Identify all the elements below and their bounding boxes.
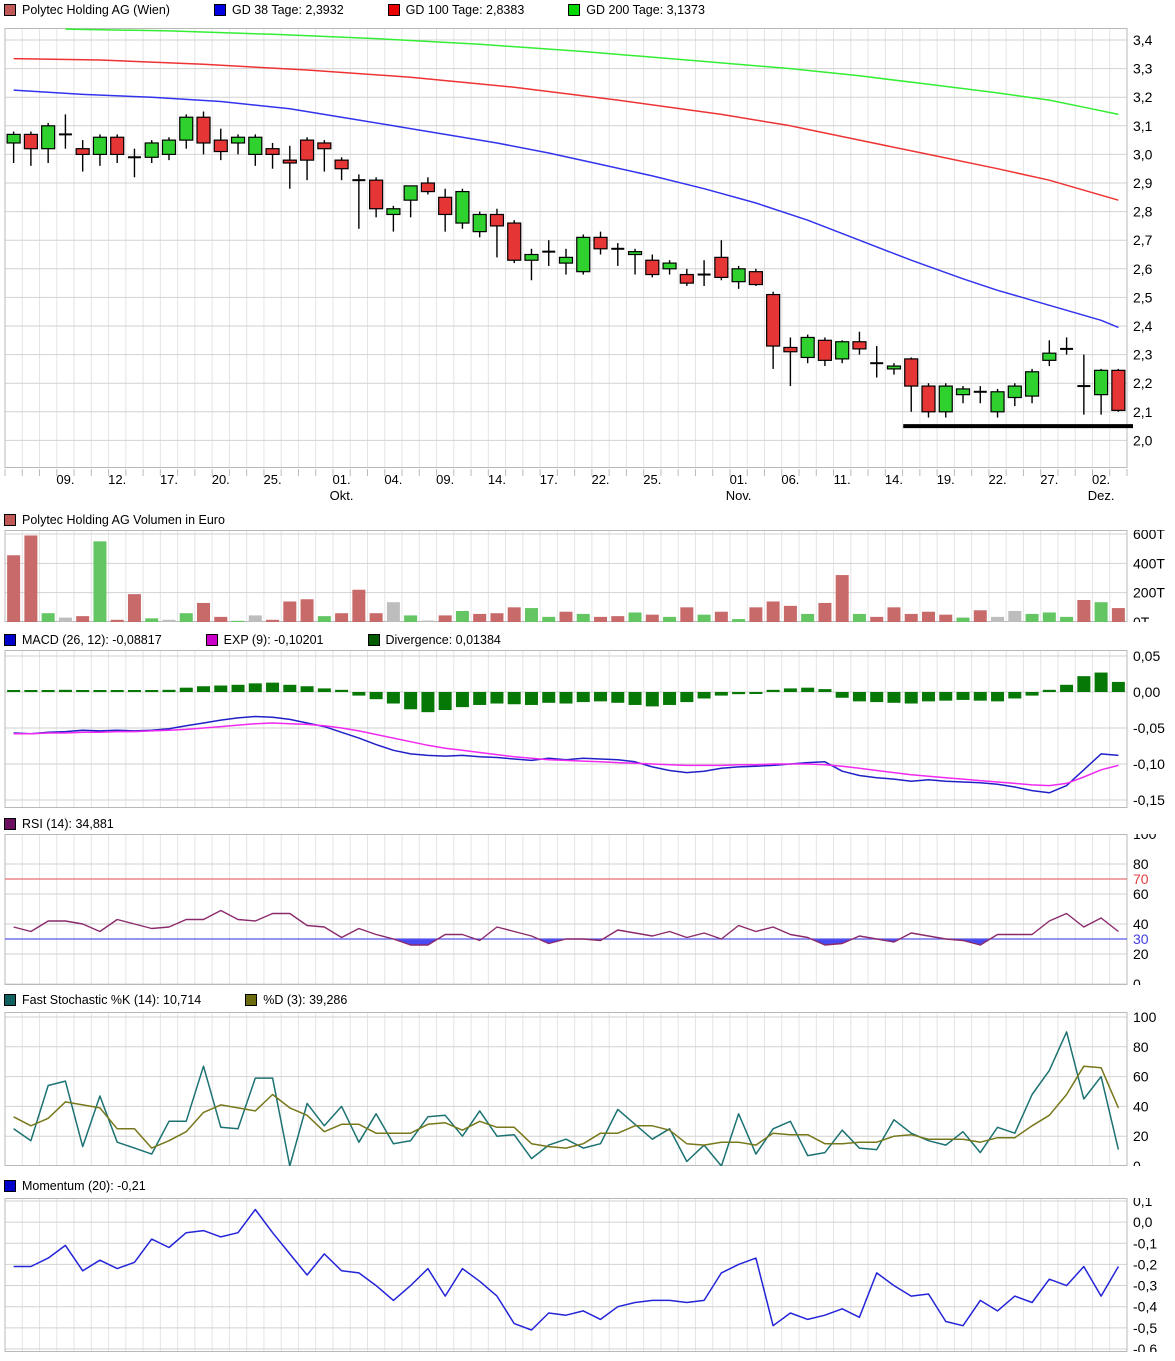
legend-item: GD 38 Tage: 2,3932 xyxy=(214,3,344,17)
svg-text:-0,2: -0,2 xyxy=(1133,1256,1157,1272)
legend-swatch-icon xyxy=(368,634,380,646)
svg-text:0T: 0T xyxy=(1133,614,1150,622)
svg-text:0,0: 0,0 xyxy=(1133,1214,1153,1230)
momentum-legend: Momentum (20): -0,21 xyxy=(4,1178,190,1194)
price-chart: 3,4 3,3 3,2 3,1 3,0 2,9 2,8 2,7 2,6 2,5 2,4 2,3 2,2 2… xyxy=(0,28,1175,478)
legend-item: %D (3): 39,286 xyxy=(245,993,347,1007)
legend-item: Polytec Holding AG (Wien) xyxy=(4,3,170,17)
legend-item: MACD (26, 12): -0,08817 xyxy=(4,633,162,647)
svg-text:2,5: 2,5 xyxy=(1133,289,1153,305)
svg-text:2,8: 2,8 xyxy=(1133,204,1153,220)
svg-text:3,3: 3,3 xyxy=(1133,61,1153,77)
svg-text:80: 80 xyxy=(1133,856,1149,872)
legend-item: EXP (9): -0,10201 xyxy=(206,633,324,647)
legend-swatch-icon xyxy=(4,994,16,1006)
svg-text:80: 80 xyxy=(1133,1039,1149,1055)
svg-text:600T: 600T xyxy=(1133,530,1165,542)
svg-text:2,0: 2,0 xyxy=(1133,432,1153,448)
svg-text:-0,5: -0,5 xyxy=(1133,1320,1157,1336)
volume-chart: 600T 400T 200T 0T xyxy=(0,530,1175,622)
svg-text:400T: 400T xyxy=(1133,555,1165,571)
rsi-chart: 100 807060 403020 0 xyxy=(0,834,1175,985)
legend-label: %D (3): 39,286 xyxy=(263,993,347,1007)
legend-item: RSI (14): 34,881 xyxy=(4,817,114,831)
svg-text:2,9: 2,9 xyxy=(1133,175,1153,191)
legend-item: Polytec Holding AG Volumen in Euro xyxy=(4,513,225,527)
legend-label: GD 100 Tage: 2,8383 xyxy=(406,3,525,17)
legend-label: MACD (26, 12): -0,08817 xyxy=(22,633,162,647)
legend-swatch-icon xyxy=(4,818,16,830)
macd-legend: MACD (26, 12): -0,08817 EXP (9): -0,10201… xyxy=(4,632,545,648)
svg-text:2,2: 2,2 xyxy=(1133,375,1153,391)
legend-label: Fast Stochastic %K (14): 10,714 xyxy=(22,993,201,1007)
svg-text:-0,6: -0,6 xyxy=(1133,1341,1157,1352)
svg-text:-0,10: -0,10 xyxy=(1133,756,1165,772)
price-legend: Polytec Holding AG (Wien) GD 38 Tage: 2,3… xyxy=(4,2,749,18)
svg-text:-0,15: -0,15 xyxy=(1133,792,1165,808)
svg-text:0: 0 xyxy=(1133,1158,1141,1166)
svg-text:3,1: 3,1 xyxy=(1133,118,1153,134)
legend-label: RSI (14): 34,881 xyxy=(22,817,114,831)
svg-text:0,1: 0,1 xyxy=(1133,1198,1153,1209)
svg-text:-0,1: -0,1 xyxy=(1133,1235,1157,1251)
legend-swatch-icon xyxy=(4,4,16,16)
legend-item: Fast Stochastic %K (14): 10,714 xyxy=(4,993,201,1007)
date-tick-label: 02.Dez. xyxy=(1071,472,1131,504)
legend-label: Divergence: 0,01384 xyxy=(386,633,501,647)
legend-label: GD 38 Tage: 2,3932 xyxy=(232,3,344,17)
legend-swatch-icon xyxy=(4,514,16,526)
legend-label: Polytec Holding AG (Wien) xyxy=(22,3,170,17)
legend-item: Momentum (20): -0,21 xyxy=(4,1179,146,1193)
svg-text:40: 40 xyxy=(1133,1098,1149,1114)
svg-text:3,2: 3,2 xyxy=(1133,89,1153,105)
svg-text:2,3: 2,3 xyxy=(1133,347,1153,363)
svg-text:0: 0 xyxy=(1133,976,1141,985)
svg-text:2,4: 2,4 xyxy=(1133,318,1153,334)
legend-swatch-icon xyxy=(206,634,218,646)
stock-chart-page: Polytec Holding AG (Wien) GD 38 Tage: 2,3… xyxy=(0,0,1175,1361)
svg-text:30: 30 xyxy=(1133,931,1149,947)
svg-text:2,1: 2,1 xyxy=(1133,404,1153,420)
stochastic-legend: Fast Stochastic %K (14): 10,714 %D (3): 3… xyxy=(4,992,391,1008)
date-tick-label: 25. xyxy=(622,472,682,488)
svg-text:0,05: 0,05 xyxy=(1133,650,1160,664)
date-tick-label: 25. xyxy=(243,472,303,488)
legend-swatch-icon xyxy=(4,634,16,646)
legend-swatch-icon xyxy=(568,4,580,16)
legend-item: Divergence: 0,01384 xyxy=(368,633,501,647)
svg-text:-0,05: -0,05 xyxy=(1133,720,1165,736)
legend-label: GD 200 Tage: 3,1373 xyxy=(586,3,705,17)
svg-text:60: 60 xyxy=(1133,886,1149,902)
svg-text:70: 70 xyxy=(1133,871,1149,887)
stochastic-chart: 100 80 60 40 20 0 xyxy=(0,1012,1175,1166)
date-axis: 09.12.17.20.25.01.Okt.04.09.14.17.22.25.… xyxy=(0,470,1175,506)
svg-text:100: 100 xyxy=(1133,1012,1157,1025)
legend-item: GD 200 Tage: 3,1373 xyxy=(568,3,705,17)
svg-text:200T: 200T xyxy=(1133,585,1165,601)
legend-swatch-icon xyxy=(214,4,226,16)
legend-item: GD 100 Tage: 2,8383 xyxy=(388,3,525,17)
svg-text:3,4: 3,4 xyxy=(1133,32,1153,48)
svg-text:-0,3: -0,3 xyxy=(1133,1278,1157,1294)
svg-text:-0,4: -0,4 xyxy=(1133,1299,1157,1315)
legend-label: Momentum (20): -0,21 xyxy=(22,1179,146,1193)
legend-swatch-icon xyxy=(388,4,400,16)
legend-label: Polytec Holding AG Volumen in Euro xyxy=(22,513,225,527)
macd-chart: 0,05 0,00 -0,05 -0,10 -0,15 xyxy=(0,650,1175,808)
volume-legend: Polytec Holding AG Volumen in Euro xyxy=(4,512,269,528)
svg-text:2,7: 2,7 xyxy=(1133,232,1153,248)
legend-swatch-icon xyxy=(245,994,257,1006)
svg-text:0,00: 0,00 xyxy=(1133,684,1160,700)
svg-text:60: 60 xyxy=(1133,1069,1149,1085)
legend-swatch-icon xyxy=(4,1180,16,1192)
svg-text:100: 100 xyxy=(1133,834,1157,842)
svg-text:2,6: 2,6 xyxy=(1133,261,1153,277)
rsi-legend: RSI (14): 34,881 xyxy=(4,816,158,832)
svg-text:3,0: 3,0 xyxy=(1133,146,1153,162)
svg-text:20: 20 xyxy=(1133,946,1149,962)
legend-label: EXP (9): -0,10201 xyxy=(224,633,324,647)
momentum-chart: 0,1 0,0 -0,1 -0,2 -0,3 -0,4 -0,5 -0,6 xyxy=(0,1198,1175,1352)
svg-text:20: 20 xyxy=(1133,1128,1149,1144)
svg-text:40: 40 xyxy=(1133,916,1149,932)
